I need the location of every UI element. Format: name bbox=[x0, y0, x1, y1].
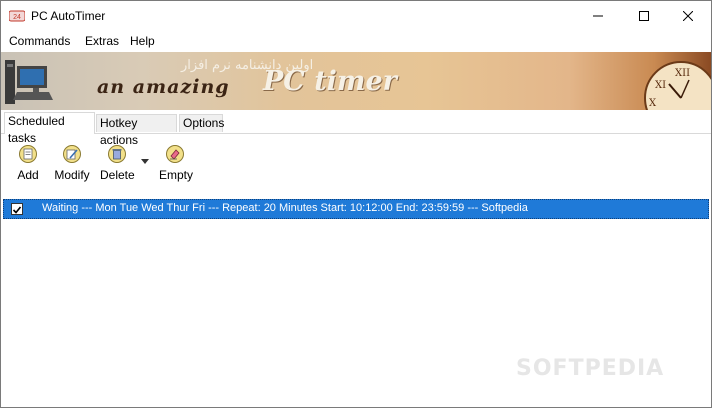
svg-text:XII: XII bbox=[675, 68, 690, 79]
tab-hotkey-actions[interactable]: Hotkey actions bbox=[96, 114, 177, 147]
delete-button[interactable]: Delete bbox=[100, 144, 135, 182]
delete-dropdown-arrow-icon[interactable] bbox=[141, 159, 149, 164]
delete-task-icon bbox=[108, 145, 126, 163]
add-label: Add bbox=[17, 168, 39, 182]
add-button[interactable]: Add bbox=[15, 144, 41, 182]
softpedia-watermark: SOFTPEDIA bbox=[516, 356, 665, 381]
tab-scheduled-tasks[interactable]: Scheduled tasks bbox=[4, 112, 95, 145]
close-button[interactable] bbox=[665, 1, 711, 31]
window-title: PC AutoTimer bbox=[31, 9, 106, 23]
pc-autotimer-app-icon[interactable]: 24 bbox=[9, 9, 25, 23]
menu-bar: Commands Extras Help bbox=[1, 31, 711, 51]
computer-illustration-icon bbox=[5, 60, 53, 104]
svg-text:XI: XI bbox=[655, 80, 666, 91]
banner: اولین دانشنامه نرم افزار an amazing PC t… bbox=[1, 52, 711, 110]
modify-label: Modify bbox=[54, 168, 90, 182]
banner-logo: PC timer bbox=[263, 66, 397, 97]
task-description: Waiting --- Mon Tue Wed Thur Fri --- Rep… bbox=[42, 202, 528, 214]
tab-strip: Scheduled tasks Hotkey actions Options bbox=[1, 111, 711, 147]
maximize-button[interactable] bbox=[621, 1, 667, 31]
empty-button[interactable]: Empty bbox=[159, 144, 194, 182]
toolbar: Add Modify Delete Empty bbox=[1, 134, 711, 194]
menu-help[interactable]: Help bbox=[130, 34, 155, 48]
delete-label: Delete bbox=[100, 168, 135, 182]
svg-text:24: 24 bbox=[13, 14, 21, 21]
svg-text:X: X bbox=[649, 98, 657, 109]
title-bar[interactable]: 24 PC AutoTimer bbox=[1, 1, 711, 31]
maximize-icon bbox=[639, 11, 649, 21]
clock-illustration-icon: XI XII X bbox=[644, 61, 711, 110]
banner-tagline: an amazing bbox=[97, 76, 230, 98]
empty-list-icon bbox=[166, 145, 184, 163]
app-window: 24 PC AutoTimer Commands Extras Help اول… bbox=[0, 0, 712, 408]
task-checkbox[interactable] bbox=[11, 203, 23, 215]
task-row[interactable]: Waiting --- Mon Tue Wed Thur Fri --- Rep… bbox=[3, 199, 709, 219]
checkmark-icon bbox=[12, 206, 22, 214]
modify-button[interactable]: Modify bbox=[54, 144, 90, 182]
menu-extras[interactable]: Extras bbox=[85, 34, 119, 48]
minimize-icon bbox=[593, 15, 603, 17]
empty-label: Empty bbox=[159, 168, 194, 182]
menu-commands[interactable]: Commands bbox=[9, 34, 70, 48]
close-icon bbox=[683, 11, 693, 21]
modify-task-icon bbox=[63, 145, 81, 163]
minimize-button[interactable] bbox=[575, 1, 621, 31]
tab-options[interactable]: Options bbox=[179, 114, 224, 132]
add-task-icon bbox=[19, 145, 37, 163]
